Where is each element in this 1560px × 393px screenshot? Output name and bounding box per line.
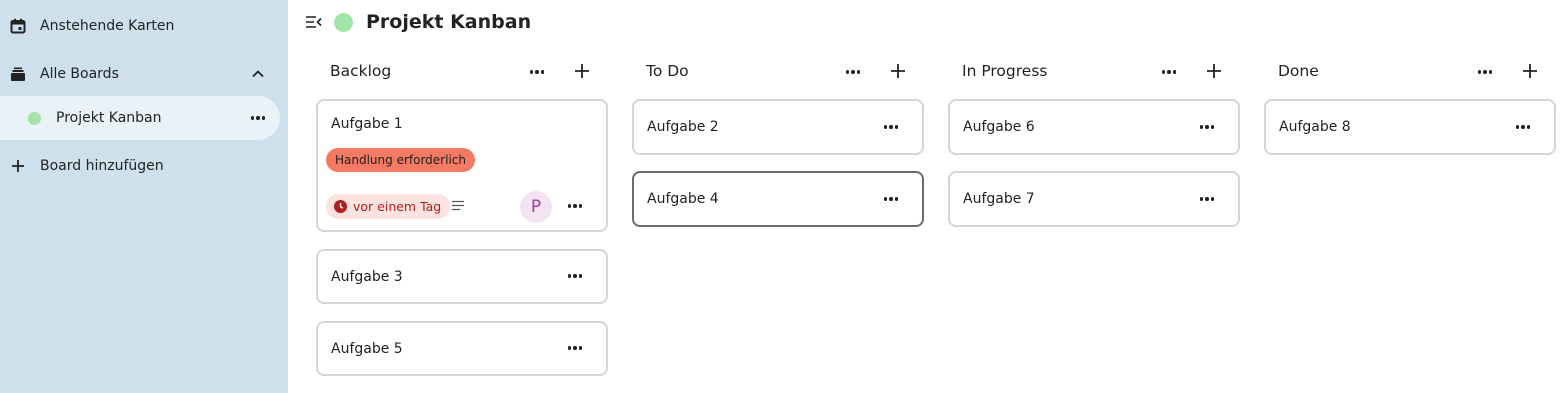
- card[interactable]: Aufgabe 1 Handlung erforderlich vor eine…: [316, 99, 608, 232]
- due-date-text: vor einem Tag: [353, 199, 442, 214]
- sidebar: Anstehende Karten Alle Boards Projekt Ka…: [0, 0, 288, 393]
- card-title: Aufgabe 1: [331, 116, 403, 132]
- card[interactable]: Aufgabe 7: [948, 171, 1240, 227]
- column-backlog: Backlog Aufgabe 1 Handlung erforderlich …: [316, 52, 608, 376]
- add-card-icon[interactable]: [574, 63, 590, 79]
- card-more-icon[interactable]: [566, 340, 584, 356]
- collapse-sidebar-icon[interactable]: [306, 15, 322, 29]
- clock-icon: [334, 200, 347, 213]
- sidebar-item-label: Projekt Kanban: [56, 110, 162, 126]
- card-more-icon[interactable]: [566, 268, 584, 284]
- column-todo: To Do Aufgabe 2 Aufgabe 4: [632, 52, 924, 227]
- card[interactable]: Aufgabe 8: [1264, 99, 1556, 155]
- more-options-icon[interactable]: [250, 110, 266, 126]
- sidebar-item-label: Anstehende Karten: [40, 18, 175, 34]
- column-in-progress: In Progress Aufgabe 6 Aufgabe 7: [948, 52, 1240, 227]
- page-title: Projekt Kanban: [366, 11, 532, 33]
- column-title: In Progress: [962, 62, 1048, 80]
- column-title: Done: [1278, 62, 1319, 80]
- plus-icon: [10, 158, 26, 174]
- boards-stack-icon: [10, 66, 26, 82]
- sidebar-item-label: Alle Boards: [40, 66, 119, 82]
- column-header: In Progress: [948, 52, 1240, 92]
- sidebar-item-add-board[interactable]: Board hinzufügen: [0, 144, 280, 188]
- column-header: Backlog: [316, 52, 608, 92]
- column-header: Done: [1264, 52, 1556, 92]
- due-date-badge: vor einem Tag: [326, 194, 451, 219]
- description-icon: [452, 200, 464, 211]
- column-header: To Do: [632, 52, 924, 92]
- add-card-icon[interactable]: [890, 63, 906, 79]
- add-card-icon[interactable]: [1522, 63, 1538, 79]
- board-color-dot: [26, 110, 42, 126]
- card-more-icon[interactable]: [566, 198, 584, 214]
- column-more-icon[interactable]: [528, 64, 546, 80]
- card[interactable]: Aufgabe 3: [316, 249, 608, 304]
- card-more-icon[interactable]: [1198, 191, 1216, 207]
- sidebar-item-upcoming-cards[interactable]: Anstehende Karten: [0, 4, 280, 48]
- column-more-icon[interactable]: [1160, 64, 1178, 80]
- add-card-icon[interactable]: [1206, 63, 1222, 79]
- avatar[interactable]: P: [520, 191, 552, 223]
- card-more-icon[interactable]: [1514, 119, 1532, 135]
- sidebar-item-label: Board hinzufügen: [40, 158, 164, 174]
- card-title: Aufgabe 6: [963, 119, 1035, 135]
- column-title: Backlog: [330, 62, 392, 80]
- card-more-icon[interactable]: [1198, 119, 1216, 135]
- board-color-dot: [334, 13, 353, 32]
- card-more-icon[interactable]: [882, 191, 900, 207]
- chevron-up-icon[interactable]: [250, 66, 266, 82]
- card-title: Aufgabe 8: [1279, 119, 1351, 135]
- card-title: Aufgabe 4: [647, 191, 719, 207]
- card-title: Aufgabe 5: [331, 341, 403, 357]
- card-label-badge: Handlung erforderlich: [326, 148, 475, 172]
- board-header: Projekt Kanban: [288, 0, 1560, 46]
- card-title: Aufgabe 2: [647, 119, 719, 135]
- sidebar-item-projekt-kanban[interactable]: Projekt Kanban: [0, 96, 280, 140]
- sidebar-item-all-boards[interactable]: Alle Boards: [0, 52, 280, 96]
- column-more-icon[interactable]: [844, 64, 862, 80]
- card[interactable]: Aufgabe 2: [632, 99, 924, 155]
- card[interactable]: Aufgabe 6: [948, 99, 1240, 155]
- card-title: Aufgabe 7: [963, 191, 1035, 207]
- card-more-icon[interactable]: [882, 119, 900, 135]
- card-title: Aufgabe 3: [331, 269, 403, 285]
- column-more-icon[interactable]: [1476, 64, 1494, 80]
- column-done: Done Aufgabe 8: [1264, 52, 1556, 155]
- column-title: To Do: [646, 62, 689, 80]
- card[interactable]: Aufgabe 4: [632, 171, 924, 227]
- card[interactable]: Aufgabe 5: [316, 321, 608, 376]
- calendar-icon: [10, 18, 26, 34]
